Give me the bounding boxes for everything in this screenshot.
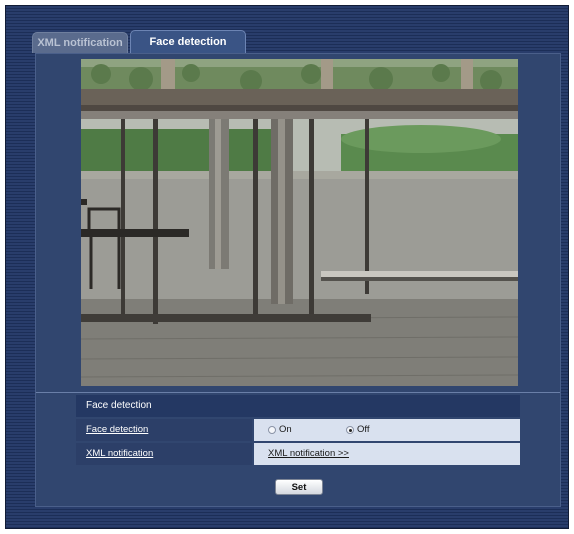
radio-checked-icon [346,426,354,434]
face-detection-off-radio[interactable]: Off [346,419,370,441]
camera-live-image [81,59,518,386]
face-detection-help-link[interactable]: Face detection [86,424,148,435]
xml-notification-link[interactable]: XML notification >> [268,443,349,465]
radio-unchecked-icon [268,426,276,434]
face-detection-row: Face detection On Off [76,419,520,441]
xml-notification-help-link[interactable]: XML notification [86,448,153,459]
settings-window: XML notification Face detection Face det… [5,5,569,529]
main-panel: Face detection Face detection On Off XML… [35,53,561,507]
face-detection-on-radio[interactable]: On [268,419,292,441]
panel-divider [36,392,560,393]
face-detection-settings: Face detection Face detection On Off XML… [76,395,520,465]
xml-notification-row: XML notification XML notification >> [76,443,520,465]
section-title: Face detection [76,395,520,417]
set-button[interactable]: Set [275,479,323,495]
tab-xml-notification[interactable]: XML notification [32,32,128,53]
tab-face-detection[interactable]: Face detection [130,30,246,53]
